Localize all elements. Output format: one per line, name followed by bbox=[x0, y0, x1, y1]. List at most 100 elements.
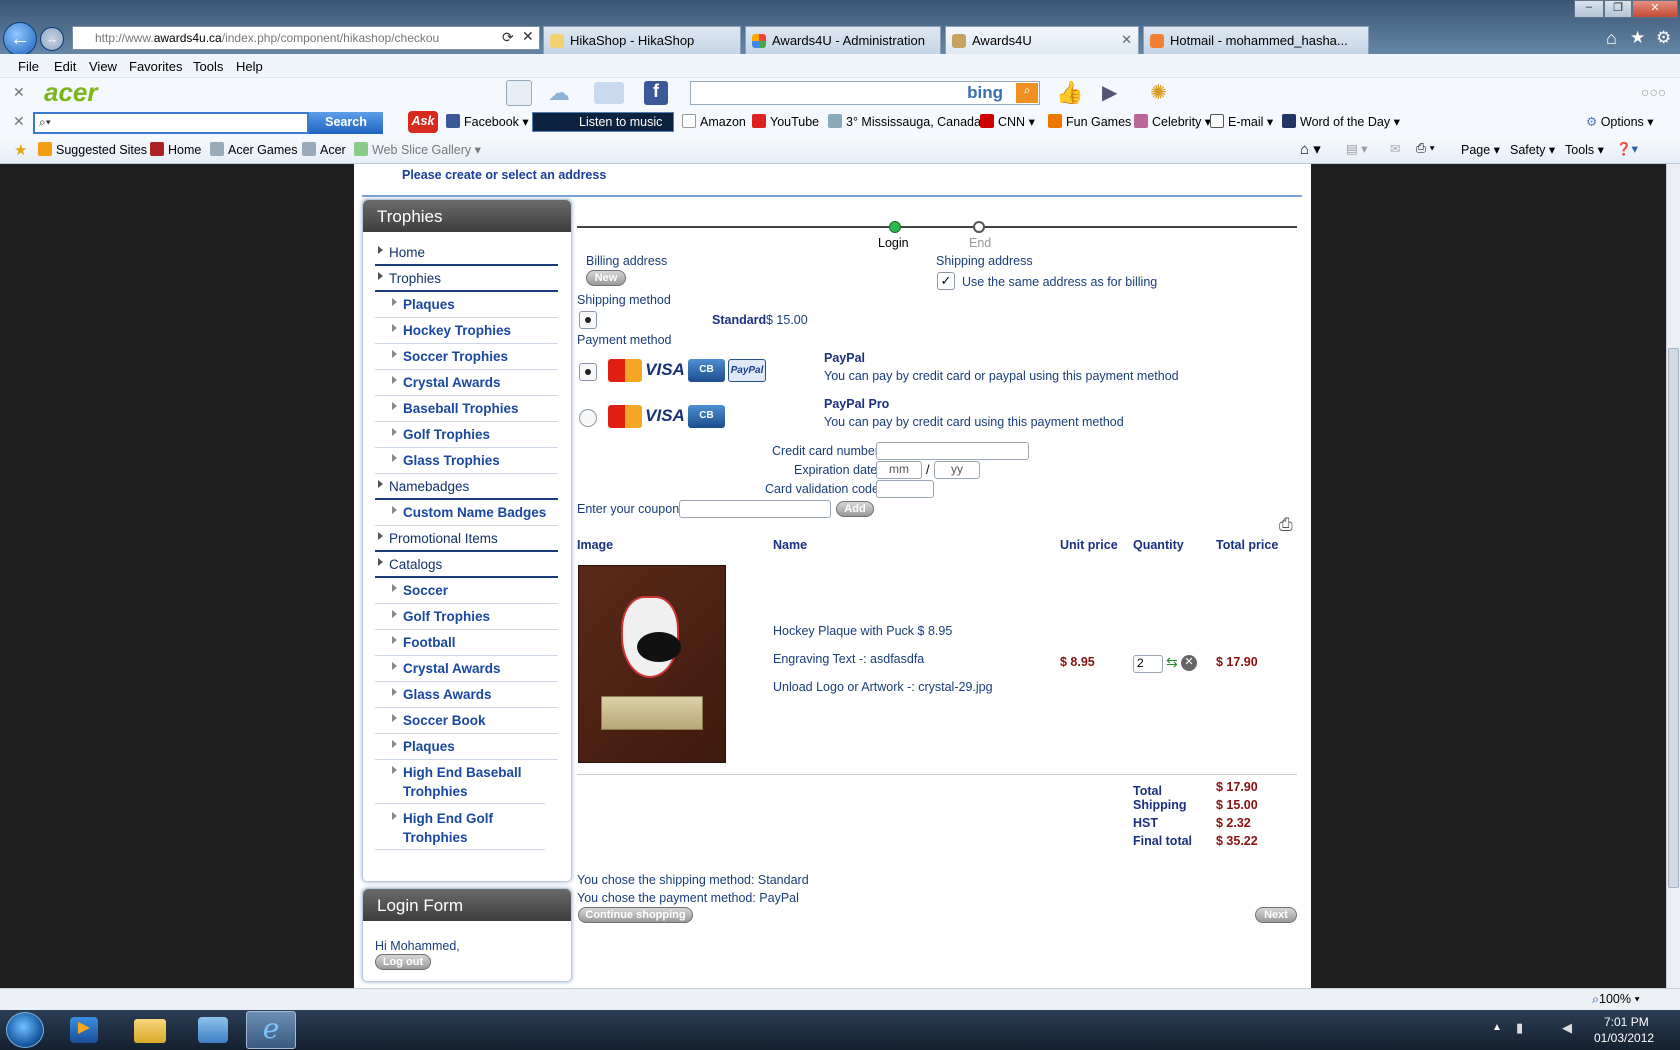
sidebar-item-baseball-trophies[interactable]: Baseball Trophies bbox=[375, 396, 558, 422]
sidebar-item-home[interactable]: Home bbox=[375, 240, 558, 266]
sidebar-item-soccer[interactable]: Soccer bbox=[375, 578, 558, 604]
vertical-scrollbar[interactable] bbox=[1666, 164, 1680, 988]
ask-youtube[interactable]: YouTube bbox=[752, 114, 819, 129]
cmd-mail-icon[interactable]: ✉ bbox=[1390, 141, 1400, 156]
continue-shopping-button[interactable]: Continue shopping bbox=[578, 907, 693, 923]
sidebar-item-crystal-awards[interactable]: Crystal Awards bbox=[375, 656, 558, 682]
tray-volume-icon[interactable]: ◀ bbox=[1562, 1020, 1572, 1036]
favorites-star-icon[interactable]: ★ bbox=[14, 141, 27, 159]
tab-hikashop[interactable]: HikaShop - HikaShop bbox=[543, 26, 741, 54]
fav-acer-games[interactable]: Acer Games bbox=[210, 142, 297, 157]
coupon-input[interactable] bbox=[679, 500, 831, 518]
refresh-quantity-icon[interactable]: ⇆ bbox=[1166, 654, 1178, 671]
ask-search-button[interactable]: Search bbox=[309, 112, 383, 134]
clock-date[interactable]: 01/03/2012 bbox=[1594, 1031, 1654, 1045]
tab-hotmail[interactable]: Hotmail - mohammed_hasha... bbox=[1143, 26, 1369, 54]
sidebar-item-trophies[interactable]: Trophies bbox=[375, 266, 558, 292]
menu-help[interactable]: Help bbox=[236, 59, 263, 74]
tab-administration[interactable]: Awards4U - Administration bbox=[745, 26, 941, 54]
sidebar-item-custom-name-badges[interactable]: Custom Name Badges bbox=[375, 500, 558, 526]
facebook-icon[interactable]: f bbox=[644, 81, 668, 105]
stop-icon[interactable]: ✕ bbox=[522, 28, 534, 45]
weather-icon[interactable]: ☁ bbox=[548, 80, 570, 106]
calendar-icon[interactable] bbox=[506, 80, 532, 106]
cmd-tools[interactable]: Tools ▾ bbox=[1565, 142, 1604, 157]
close-toolbar-icon[interactable]: ✕ bbox=[13, 113, 25, 130]
scrollbar-thumb[interactable] bbox=[1668, 348, 1679, 888]
sidebar-item-football[interactable]: Football bbox=[375, 630, 558, 656]
tab-awards4u[interactable]: Awards4U ✕ bbox=[945, 26, 1139, 54]
fav-suggested-sites[interactable]: Suggested Sites bbox=[38, 142, 147, 157]
media-player-icon[interactable]: ▶ bbox=[70, 1017, 98, 1043]
close-toolbar-icon[interactable]: ✕ bbox=[13, 84, 25, 101]
cmd-page[interactable]: Page ▾ bbox=[1461, 142, 1500, 157]
sidebar-item-namebadges[interactable]: Namebadges bbox=[375, 474, 558, 500]
ask-fungames[interactable]: Fun Games ▾ bbox=[1048, 114, 1141, 129]
cmd-safety[interactable]: Safety ▾ bbox=[1510, 142, 1555, 157]
ask-logo[interactable]: Ask bbox=[408, 111, 438, 133]
sidebar-item-plaques[interactable]: Plaques bbox=[375, 292, 558, 318]
close-tab-icon[interactable]: ✕ bbox=[1121, 32, 1132, 48]
back-button[interactable]: ← bbox=[3, 22, 37, 56]
clock-time[interactable]: 7:01 PM bbox=[1604, 1015, 1649, 1029]
cvc-input[interactable] bbox=[876, 480, 934, 498]
listen-music-button[interactable]: Listen to music bbox=[532, 112, 674, 132]
menu-tools[interactable]: Tools bbox=[193, 59, 223, 74]
fav-acer[interactable]: Acer bbox=[302, 142, 346, 157]
sidebar-item-catalogs[interactable]: Catalogs bbox=[375, 552, 558, 578]
address-bar[interactable]: http://www.awards4u.ca/index.php/compone… bbox=[72, 26, 540, 50]
ask-weather[interactable]: 3° Mississauga, Canada ▾ bbox=[828, 114, 991, 129]
bing-search-box[interactable]: bing ⌕ bbox=[690, 81, 1040, 105]
ask-wotd[interactable]: Word of the Day ▾ bbox=[1282, 114, 1400, 129]
sidebar-item-high-end-golf-trohphies[interactable]: High End Golf Trohphies bbox=[375, 806, 545, 850]
cmd-feeds-icon[interactable]: ▤ ▾ bbox=[1346, 141, 1368, 156]
sidebar-item-promotional-items[interactable]: Promotional Items bbox=[375, 526, 558, 552]
paypal-pro-radio[interactable] bbox=[579, 409, 597, 427]
refresh-icon[interactable]: ⟳ bbox=[502, 29, 514, 46]
ask-facebook[interactable]: Facebook ▾ bbox=[446, 114, 529, 129]
favorites-star-icon[interactable]: ★ bbox=[1630, 28, 1645, 48]
internet-explorer-taskbar-button[interactable]: e bbox=[246, 1011, 296, 1049]
ask-options[interactable]: ⚙ Options ▾ bbox=[1586, 114, 1654, 129]
forward-button[interactable]: → bbox=[40, 27, 64, 51]
sidebar-item-high-end-baseball-trohphies[interactable]: High End Baseball Trohphies bbox=[375, 760, 545, 804]
remove-item-icon[interactable]: ✕ bbox=[1181, 655, 1197, 671]
file-explorer-icon[interactable] bbox=[134, 1019, 166, 1043]
menu-view[interactable]: View bbox=[89, 59, 117, 74]
fav-web-slice[interactable]: Web Slice Gallery ▾ bbox=[354, 142, 481, 157]
tray-network-icon[interactable]: ▮ bbox=[1516, 1020, 1523, 1036]
same-address-checkbox[interactable]: ✓ bbox=[937, 272, 955, 290]
ask-celebrity[interactable]: Celebrity ▾ bbox=[1134, 114, 1211, 129]
product-image[interactable] bbox=[578, 565, 726, 763]
sidebar-item-glass-trophies[interactable]: Glass Trophies bbox=[375, 448, 558, 474]
minimize-button[interactable]: – bbox=[1574, 0, 1604, 18]
new-address-button[interactable]: New bbox=[586, 270, 626, 286]
exp-year-input[interactable]: yy bbox=[934, 461, 980, 479]
ask-search-input[interactable]: ⌕▾ bbox=[33, 112, 309, 134]
shipping-standard-radio[interactable] bbox=[579, 311, 597, 329]
cmd-print-icon[interactable]: ⎙ ▾ bbox=[1416, 141, 1435, 156]
sidebar-item-golf-trophies[interactable]: Golf Trophies bbox=[375, 422, 558, 448]
tools-icon[interactable]: ✺ bbox=[1150, 80, 1167, 105]
home-icon[interactable]: ⌂ bbox=[1606, 28, 1617, 49]
ask-email[interactable]: E-mail ▾ bbox=[1210, 114, 1273, 129]
tray-expand-icon[interactable]: ▲ bbox=[1492, 1022, 1502, 1033]
more-dots-icon[interactable]: ○○○ bbox=[1641, 84, 1666, 100]
cmd-home-icon[interactable]: ⌂ ▾ bbox=[1300, 140, 1321, 158]
next-button[interactable]: Next bbox=[1255, 907, 1297, 923]
menu-edit[interactable]: Edit bbox=[54, 59, 76, 74]
menu-favorites[interactable]: Favorites bbox=[129, 59, 182, 74]
sidebar-item-soccer-trophies[interactable]: Soccer Trophies bbox=[375, 344, 558, 370]
menu-file[interactable]: File bbox=[18, 59, 39, 74]
paypal-radio[interactable] bbox=[579, 363, 597, 381]
logout-button[interactable]: Log out bbox=[375, 954, 431, 970]
ask-cnn[interactable]: CNN ▾ bbox=[980, 114, 1035, 129]
bing-search-icon[interactable]: ⌕ bbox=[1016, 83, 1038, 103]
print-icon[interactable]: ⎙ bbox=[1279, 515, 1293, 535]
sidebar-item-plaques[interactable]: Plaques bbox=[375, 734, 558, 760]
notes-icon[interactable] bbox=[594, 82, 624, 104]
fav-home[interactable]: Home bbox=[150, 142, 201, 157]
zoom-control[interactable]: ⌕100% ▾ bbox=[1592, 992, 1640, 1007]
ask-amazon[interactable]: Amazon bbox=[682, 114, 746, 129]
video-icon[interactable]: ▶ bbox=[1102, 80, 1117, 105]
